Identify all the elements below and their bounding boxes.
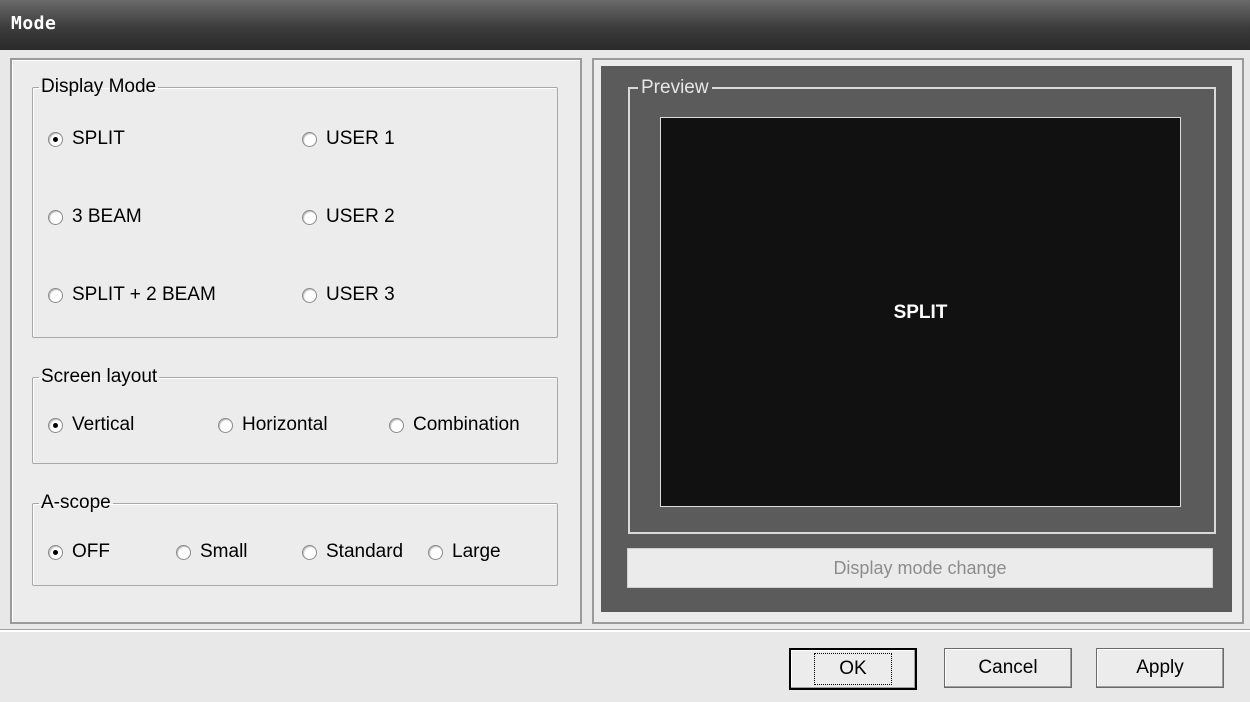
radio-off-label: OFF — [72, 541, 110, 562]
radio-large[interactable]: Large — [428, 541, 501, 563]
radio-vertical-label: Vertical — [72, 414, 135, 435]
radio-horizontal-indicator[interactable] — [218, 417, 233, 433]
apply-button[interactable]: Apply — [1096, 648, 1224, 688]
radio-combination-label: Combination — [413, 414, 520, 435]
radio-off[interactable]: OFF — [48, 541, 110, 563]
radio-small[interactable]: Small — [176, 541, 248, 563]
radio-standard-label: Standard — [326, 541, 404, 562]
radio-combination[interactable]: Combination — [389, 414, 520, 436]
ok-button[interactable]: OK — [789, 648, 917, 690]
radio-small-indicator[interactable] — [176, 544, 191, 560]
preview-screen: SPLIT — [660, 117, 1181, 507]
radio-combination-indicator[interactable] — [389, 417, 404, 433]
radio-user2-label: USER 2 — [326, 206, 395, 227]
divider — [0, 629, 1250, 632]
radio-standard[interactable]: Standard — [302, 541, 403, 563]
radio-3beam-indicator[interactable] — [48, 209, 63, 225]
radio-split-2beam-label: SPLIT + 2 BEAM — [72, 284, 216, 305]
radio-horizontal-label: Horizontal — [242, 414, 328, 435]
radio-split[interactable]: SPLIT — [48, 128, 125, 150]
radio-split-label: SPLIT — [72, 128, 125, 149]
display-mode-legend: Display Mode — [41, 76, 157, 97]
radio-small-label: Small — [200, 541, 248, 562]
ascope-group: A-scope — [32, 492, 558, 586]
display-mode-change-button[interactable]: Display mode change — [627, 548, 1213, 588]
radio-user3-indicator[interactable] — [302, 287, 317, 303]
radio-split-indicator[interactable] — [48, 131, 63, 147]
title-bar[interactable]: Mode — [0, 0, 1250, 50]
radio-user2[interactable]: USER 2 — [302, 206, 395, 228]
radio-horizontal[interactable]: Horizontal — [218, 414, 328, 436]
preview-screen-label: SPLIT — [893, 302, 948, 323]
ascope-legend: A-scope — [41, 492, 111, 513]
radio-split-2beam-indicator[interactable] — [48, 287, 63, 303]
preview-legend: Preview — [638, 77, 712, 99]
radio-user3-label: USER 3 — [326, 284, 395, 305]
radio-split-2beam[interactable]: SPLIT + 2 BEAM — [48, 284, 216, 306]
radio-vertical[interactable]: Vertical — [48, 414, 134, 436]
radio-3beam[interactable]: 3 BEAM — [48, 206, 142, 228]
apply-button-label: Apply — [1136, 657, 1184, 678]
ok-button-label: OK — [814, 653, 892, 685]
cancel-button-label: Cancel — [978, 657, 1038, 678]
radio-user2-indicator[interactable] — [302, 209, 317, 225]
radio-standard-indicator[interactable] — [302, 544, 317, 560]
radio-user1[interactable]: USER 1 — [302, 128, 395, 150]
window-title: Mode — [11, 13, 57, 34]
radio-vertical-indicator[interactable] — [48, 417, 63, 433]
radio-user1-indicator[interactable] — [302, 131, 317, 147]
radio-user3[interactable]: USER 3 — [302, 284, 395, 306]
screen-layout-legend: Screen layout — [41, 366, 158, 387]
radio-large-indicator[interactable] — [428, 544, 443, 560]
radio-large-label: Large — [452, 541, 501, 562]
radio-user1-label: USER 1 — [326, 128, 395, 149]
radio-3beam-label: 3 BEAM — [72, 206, 142, 227]
cancel-button[interactable]: Cancel — [944, 648, 1072, 688]
radio-off-indicator[interactable] — [48, 544, 63, 560]
